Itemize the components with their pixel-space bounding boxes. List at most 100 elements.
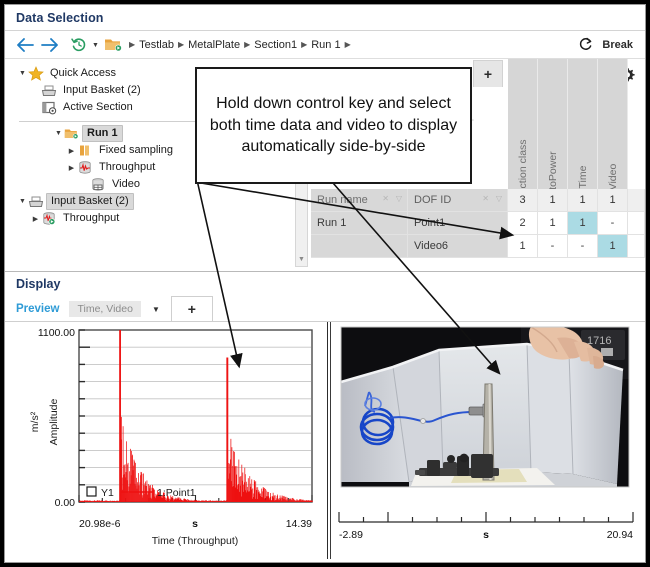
cell-dof-id: Point1 [408, 212, 508, 235]
svg-text:Y1: Y1 [101, 487, 114, 499]
column-header-time[interactable]: Time [568, 59, 598, 189]
header-filler-cell [628, 189, 645, 212]
breadcrumb-item-2[interactable]: Section1 [254, 39, 297, 51]
breadcrumb-item-1[interactable]: MetalPlate [188, 39, 240, 51]
display-title: Display [16, 277, 60, 291]
breadcrumb-separator: ▶ [345, 40, 351, 49]
cell-video[interactable]: 1 [598, 235, 628, 258]
tree-item-label: Run 1 [82, 125, 123, 142]
vertical-column-headers: ▽ ✕ Function class AutoPower Time Video [508, 59, 628, 189]
column-header-dof-id[interactable]: DOF ID ✕ ▽ [408, 189, 508, 212]
column-header-function-class[interactable]: ▽ ✕ Function class [508, 59, 538, 189]
cell-time[interactable]: - [568, 235, 598, 258]
cell-function-class[interactable]: 2 [508, 212, 538, 235]
cell-run-name: Run 1 [311, 212, 408, 235]
column-header-label: DOF ID [414, 194, 451, 206]
cell-dof-id: Video6 [408, 235, 508, 258]
history-dropdown-icon[interactable]: ▼ [92, 42, 99, 49]
table-row[interactable]: Video6 1 - - 1 [311, 235, 645, 258]
svg-text:1100.00: 1100.00 [38, 327, 75, 339]
video-frame: 1716 [341, 325, 629, 487]
history-clock-icon[interactable] [69, 35, 88, 54]
cell-time[interactable]: 1 [568, 212, 598, 235]
svg-text:20.94: 20.94 [607, 529, 633, 541]
breadcrumb-separator: ▶ [244, 40, 250, 49]
tree-item-label: Fixed sampling [96, 143, 176, 158]
expander-icon[interactable]: ▼ [53, 130, 64, 137]
column-header-autopower[interactable]: AutoPower [538, 59, 568, 189]
expander-icon[interactable]: ▶ [66, 164, 77, 172]
header-count-cell: 3 [508, 189, 538, 212]
svg-text:Amplitude: Amplitude [48, 399, 60, 446]
display-tab-bar: Preview Time, Video ▼ + [5, 296, 645, 322]
tree-item-label: Active Section [60, 100, 136, 115]
active-section-icon [41, 100, 57, 115]
tree-item-label: Quick Access [47, 66, 119, 81]
display-type-selector[interactable]: Time, Video ▼ [69, 296, 159, 321]
column-header-label: Time [577, 166, 589, 189]
expander-icon[interactable]: ▼ [17, 70, 28, 77]
cell-autopower[interactable]: - [538, 235, 568, 258]
header-count-cell: 1 [568, 189, 598, 212]
callout-text: Hold down control key and select both ti… [205, 93, 462, 157]
clear-filter-icon[interactable]: ✕ [382, 194, 389, 203]
cell-video[interactable]: - [598, 212, 628, 235]
svg-text:20.98e-6: 20.98e-6 [79, 518, 121, 530]
time-chart[interactable]: 1100.00 0.00 m/s² Amplitude 20.98e-6 s 1… [5, 322, 327, 559]
header-count-cell: 1 [538, 189, 568, 212]
expander-icon[interactable]: ▼ [17, 198, 28, 205]
add-table-tab-button[interactable]: + [473, 60, 503, 87]
tree-item-basket-throughput[interactable]: ▶ Throughput [17, 210, 310, 227]
svg-text:1716: 1716 [587, 335, 611, 347]
expander-icon[interactable]: ▶ [66, 147, 77, 155]
table-row[interactable]: Run 1 Point1 2 1 1 - [311, 212, 645, 235]
column-header-video[interactable]: Video [598, 59, 628, 189]
clear-filter-icon[interactable]: ✕ [482, 194, 489, 203]
filter-icon[interactable]: ▽ [496, 194, 502, 203]
filter-icon[interactable]: ▽ [396, 194, 402, 203]
column-header-run-name[interactable]: Run name ✕ ▽ [311, 189, 408, 212]
svg-text:m/s²: m/s² [29, 411, 41, 432]
page-title: Data Selection [16, 11, 104, 25]
breadcrumb-separator: ▶ [178, 40, 184, 49]
tab-preview[interactable]: Preview [16, 296, 59, 321]
breadcrumb-separator: ▶ [301, 40, 307, 49]
scroll-down-icon[interactable]: ▼ [298, 256, 305, 263]
svg-text:-2.89: -2.89 [339, 529, 363, 541]
callout-note: Hold down control key and select both ti… [195, 67, 472, 184]
cell-function-class[interactable]: 1 [508, 235, 538, 258]
time-chart-panel[interactable]: 1100.00 0.00 m/s² Amplitude 20.98e-6 s 1… [5, 322, 327, 559]
row-filler-cell [628, 235, 645, 258]
cell-run-name [311, 235, 408, 258]
folder-run-icon [64, 126, 80, 141]
folder-run-icon[interactable] [104, 36, 124, 53]
breadcrumb-item-3[interactable]: Run 1 [311, 39, 340, 51]
tree-item-label: Throughput [60, 211, 122, 226]
tree-item-label: Throughput [96, 160, 158, 175]
table-header-row: Run name ✕ ▽ DOF ID ✕ ▽ 3 1 1 1 [311, 189, 645, 212]
back-arrow-icon[interactable] [15, 35, 35, 55]
video-panel[interactable]: 1716 [330, 322, 645, 559]
display-panels: 1100.00 0.00 m/s² Amplitude 20.98e-6 s 1… [5, 322, 645, 559]
cell-autopower[interactable]: 1 [538, 212, 568, 235]
add-display-tab-button[interactable]: + [171, 296, 213, 321]
break-button[interactable]: Break [602, 39, 633, 51]
window-title-bar: Data Selection [5, 5, 645, 31]
star-icon [28, 66, 44, 81]
video-preview[interactable]: 1716 [331, 322, 646, 559]
row-filler-cell [628, 212, 645, 235]
chevron-down-icon[interactable]: ▼ [152, 305, 160, 314]
measurement-table: Run name ✕ ▽ DOF ID ✕ ▽ 3 1 1 1 [311, 189, 645, 258]
forward-arrow-icon[interactable] [39, 35, 59, 55]
tree-item-label: Video [109, 177, 143, 192]
expander-spacer: ▶ [30, 104, 41, 112]
tree-item-input-basket-2[interactable]: ▼ Input Basket (2) [17, 193, 310, 210]
breadcrumb-item-0[interactable]: Testlab [139, 39, 174, 51]
breadcrumb-toolbar: ▼ ▶ Testlab ▶ MetalPlate ▶ Section1 ▶ Ru… [5, 31, 645, 59]
panel-divider [327, 322, 328, 559]
video-icon [90, 177, 106, 192]
expander-icon[interactable]: ▶ [30, 215, 41, 223]
refresh-icon[interactable] [576, 36, 594, 54]
svg-text:s: s [192, 518, 198, 530]
basket-icon [28, 194, 44, 209]
